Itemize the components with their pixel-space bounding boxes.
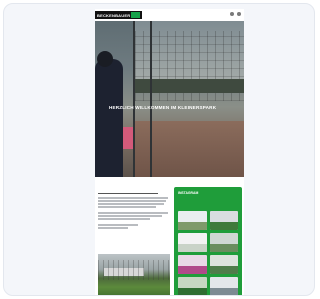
instagram-grid xyxy=(178,211,238,295)
article-text-line xyxy=(98,206,156,208)
instagram-tile[interactable] xyxy=(209,277,238,295)
website-screenshot: BECKENBAUER HERZLICH WILLKOMMEN IM KLEIN… xyxy=(95,9,244,295)
article-text-line xyxy=(98,218,150,220)
article-block xyxy=(98,193,170,230)
instagram-tile[interactable] xyxy=(209,211,238,230)
article-text-line xyxy=(98,203,164,205)
hero-pink-object xyxy=(123,127,133,149)
instagram-tile[interactable] xyxy=(178,211,207,230)
instagram-tile[interactable] xyxy=(178,255,207,274)
article-text-line xyxy=(98,200,166,202)
logo-accent xyxy=(131,12,141,18)
instagram-tile[interactable] xyxy=(209,255,238,274)
content-area: INSTAGRAM xyxy=(95,177,244,295)
hero-fence-post xyxy=(150,21,152,177)
article-text-line xyxy=(98,224,138,226)
article-photo xyxy=(98,254,170,295)
hero-fence-post xyxy=(133,21,135,177)
logo-text: BECKENBAUER xyxy=(97,12,131,18)
search-icon[interactable] xyxy=(230,12,234,16)
instagram-tile[interactable] xyxy=(178,277,207,295)
article-text-line xyxy=(98,212,168,214)
article-text-line xyxy=(98,227,128,229)
hero-title: HERZLICH WILLKOMMEN IM KLEINERSPARK xyxy=(109,105,217,110)
instagram-tile[interactable] xyxy=(209,233,238,252)
article-text-line xyxy=(98,215,162,217)
article-heading-line xyxy=(98,193,158,195)
hero-section: HERZLICH WILLKOMMEN IM KLEINERSPARK xyxy=(95,21,244,177)
hero-person xyxy=(95,59,123,177)
hero-person-head xyxy=(97,51,113,67)
photo-net xyxy=(98,260,170,280)
site-logo[interactable]: BECKENBAUER xyxy=(95,11,143,19)
article-heading xyxy=(98,193,170,195)
header-icons xyxy=(230,12,241,16)
instagram-panel: INSTAGRAM xyxy=(174,187,242,295)
instagram-tile[interactable] xyxy=(178,233,207,252)
preview-card: BECKENBAUER HERZLICH WILLKOMMEN IM KLEIN… xyxy=(3,3,315,296)
article-text-line xyxy=(98,197,168,199)
instagram-title: INSTAGRAM xyxy=(178,191,199,195)
menu-icon[interactable] xyxy=(237,12,241,16)
